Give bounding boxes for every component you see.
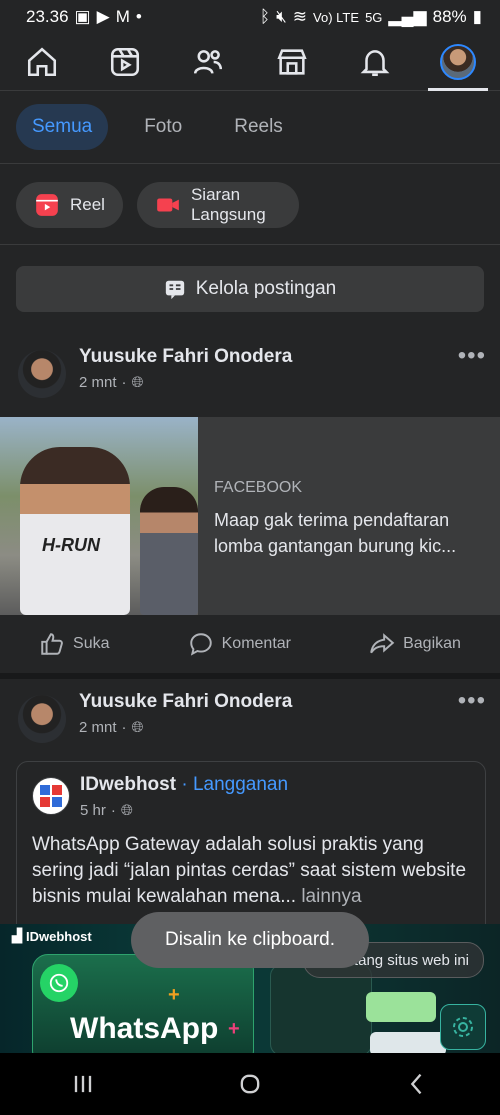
network-gen: 5G [365,9,383,25]
post-more-button[interactable]: ••• [458,342,486,370]
author-avatar[interactable] [18,350,66,398]
link-source: FACEBOOK [214,479,303,496]
nav-home[interactable] [12,34,72,90]
home-icon [27,47,56,77]
bell-icon [360,50,390,77]
filter-chips: Semua Foto Reels [0,90,500,164]
nav-profile[interactable] [428,34,489,91]
like-icon [41,633,63,655]
whatsapp-icon [40,964,78,1002]
globe-icon: 🌐︎ [131,374,144,391]
comment-label: Komentar [221,635,291,652]
globe-icon: 🌐︎ [120,802,133,819]
filter-photos[interactable]: Foto [128,104,198,150]
status-bar: 23.36 ▣ ▶ M • ᛒ 🔇︎ ≋ Vo) LTE 5G ▂▄▆ 88% … [0,0,500,34]
link-title: Maap gak terima pendaftaran lomba gantan… [214,510,457,556]
author-name[interactable]: Yuusuke Fahri Onodera [79,691,292,713]
home-button-icon[interactable] [236,1070,264,1098]
youtube-icon: ▶ [96,7,110,26]
manage-posts-icon [165,280,184,300]
see-more-link[interactable]: lainnya [301,886,361,907]
recent-apps-icon[interactable] [69,1070,97,1098]
like-label: Suka [73,635,110,652]
thumbnail-text: H-RUN [42,535,100,555]
ad-brand: ▟ IDwebhost [12,928,92,944]
gallery-icon: ▣ [74,7,91,26]
gear-icon [440,1004,486,1050]
ad-title: WhatsApp [70,1012,219,1045]
battery-level: 88% [432,7,467,26]
brand-logo-icon: ▟ [12,928,22,943]
status-time: 23.36 [26,7,69,26]
nav-reels[interactable] [95,34,155,90]
signal-icon: ▂▄▆ [388,7,427,26]
share-button[interactable]: Bagikan [369,631,461,657]
go-live-button[interactable]: Siaran Langsung [136,181,299,228]
gmail-icon: M [115,7,130,26]
system-nav-bar [0,1053,500,1115]
create-reel-button[interactable]: Reel [16,181,123,228]
network-label: Vo) LTE [313,9,360,25]
post-time[interactable]: 2 mnt [79,719,117,736]
create-row: Reel Siaran Langsung [0,165,500,245]
nav-friends[interactable] [178,34,238,90]
battery-icon: ▮ [472,7,482,26]
comment-button[interactable]: Komentar [188,631,291,657]
top-nav [0,34,500,91]
reel-icon [36,193,58,216]
manage-posts-button[interactable]: Kelola postingan [16,266,484,312]
post-meta: 2 mnt · 🌐︎ [79,374,144,391]
nav-marketplace[interactable] [262,34,322,90]
post-meta: 2 mnt · 🌐︎ [79,719,144,736]
post-header: Yuusuke Fahri Onodera 2 mnt · 🌐︎ ••• [0,340,500,410]
marketplace-icon [277,49,307,75]
wifi-icon: ≋ [292,7,308,26]
live-video-icon [157,198,179,211]
author-name[interactable]: Yuusuke Fahri Onodera [79,346,292,368]
link-preview-card[interactable]: H-RUN FACEBOOK Maap gak terima pendaftar… [0,417,500,615]
link-thumbnail: H-RUN [0,417,198,615]
reels-icon [110,47,140,77]
author-avatar[interactable] [18,695,66,743]
shared-meta: 5 hr · 🌐︎ [80,802,133,819]
dot-icon: • [135,7,142,26]
comment-icon [189,633,212,656]
go-live-label: Siaran Langsung [190,184,266,224]
back-icon[interactable] [403,1070,431,1098]
share-icon [370,633,395,654]
friends-icon [194,50,223,74]
like-button[interactable]: Suka [39,631,110,657]
manage-posts-label: Kelola postingan [195,278,337,299]
profile-avatar [440,44,477,80]
page-logo[interactable] [32,777,70,815]
bluetooth-icon: ᛒ [259,7,271,26]
nav-notifications[interactable] [345,34,405,90]
post-more-button[interactable]: ••• [458,687,486,715]
subscribe-link[interactable]: · Langganan [181,774,288,795]
filter-all[interactable]: Semua [16,103,109,150]
shared-page-name[interactable]: IDwebhost [80,774,176,795]
post-time[interactable]: 2 mnt [79,374,117,391]
post-header: Yuusuke Fahri Onodera 2 mnt · 🌐︎ ••• [0,685,500,755]
globe-icon: 🌐︎ [131,719,144,736]
share-label: Bagikan [403,635,461,652]
toast-message: Disalin ke clipboard. [131,912,369,968]
mute-icon: 🔇︎ [276,7,287,26]
shared-time[interactable]: 5 hr [80,802,106,819]
shared-text: WhatsApp Gateway adalah solusi praktis y… [32,834,467,907]
post-actions: Suka Komentar Bagikan [0,615,500,679]
create-reel-label: Reel [70,194,105,214]
filter-reels[interactable]: Reels [218,104,299,150]
